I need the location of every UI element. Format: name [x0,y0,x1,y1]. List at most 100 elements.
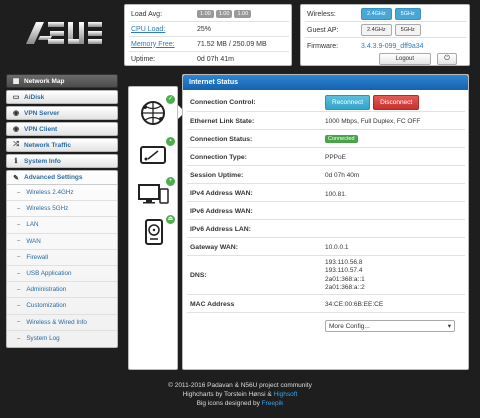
ipv6-wan-label: IPv6 Address WAN: [190,207,253,215]
subnav-item-label: Wireless & Wired Info [26,318,87,326]
sidebar-item-system-info[interactable]: ℹ System Info [6,154,118,168]
shuffle-icon: ⤮ [13,141,19,148]
internet-status-panel: Internet Status Connection Control: Reco… [182,74,469,370]
clients-device[interactable]: + [135,177,175,209]
freepik-link[interactable]: Freepik [262,400,284,407]
memory-free-link[interactable]: Memory Free: [131,41,197,48]
wireless-panel: Wireless: 2.4GHz 5GHz Guest AP: 2.4GHz 5… [300,4,470,66]
dns-label: DNS: [190,272,207,279]
subnav-item-label: USB Application [26,270,72,278]
subnav-item-firewall[interactable]: – Firewall [7,250,117,266]
row-ethernet: Ethernet Link State: 1000 Mbps, Full Dup… [187,113,465,130]
usb-storage-device[interactable]: ⏏ [135,215,175,247]
internet-device[interactable]: ✓ [135,95,175,127]
sidebar-item-vpn-server[interactable]: ◉ VPN Server [6,106,118,120]
session-uptime-value: 0d 07h 40m [325,171,360,179]
redacted-block [325,224,455,232]
dns-server-4: 2a01:368:a::2 [325,284,365,291]
subnav-item-wireless-24ghz[interactable]: – Wireless 2.4GHz [7,185,117,202]
router-device[interactable]: ▪ [135,137,175,169]
disconnect-button[interactable]: Disconnect [373,94,420,110]
gateway-label: Gateway WAN: [190,243,238,251]
advanced-settings-group: ✎ Advanced Settings – Wireless 2.4GHz – Wi… [6,170,118,348]
subnav-item-administration[interactable]: – Administration [7,282,117,299]
bullet-icon: – [17,238,21,245]
wireless-5ghz-button[interactable]: 5GHz [394,8,421,20]
globe-icon: ◉ [12,110,20,117]
subnav-item-customization[interactable]: – Customization [7,298,117,315]
bullet-icon: – [17,302,21,309]
subnav-item-wireless-5ghz[interactable]: – Wireless 5GHz [7,201,117,218]
sidebar-item-network-traffic[interactable]: ⤮ Network Traffic [6,138,118,152]
ethernet-value: 1000 Mbps, Full Duplex, FC OFF [325,117,421,125]
logout-button[interactable]: Logout [378,53,431,65]
connection-control-label: Connection Control: [190,98,256,106]
subnav-item-label: Wireless 2.4GHz [26,189,74,197]
sidebar-item-network-map[interactable]: ▦ Network Map [6,74,118,88]
sidebar-item-label: Advanced Settings [24,174,83,181]
row-dns: DNS: 193.110.56.8 193.110.57.4 2a01:368:… [187,257,465,295]
sidebar: ▦ Network Map ▭ AiDisk ◉ VPN Server ◉ VP… [6,74,118,348]
gateway-value: 10.0.0.1 [325,243,349,251]
load-avg-15: 1.00 [234,10,252,18]
bullet-icon: – [17,319,21,326]
ipv4-wan-value: 100.81. [325,191,347,198]
uptime-label: Uptime: [131,55,156,63]
status-badge: Connected [325,135,358,143]
sidebar-item-label: Network Map [24,77,65,85]
row-session-uptime: Session Uptime: 0d 07h 40m [187,167,465,184]
subnav-item-wireless-wired-info[interactable]: – Wireless & Wired Info [7,315,117,331]
redacted-block [325,206,455,214]
subnav-item-lan[interactable]: – LAN [7,217,117,234]
more-config-select[interactable]: More Config... ▾ [325,320,455,332]
subnav-item-system-log[interactable]: – System Log [7,331,117,347]
firmware-version-link[interactable]: 3.4.3.9-099_dff9a34 [361,43,424,50]
row-connection-type: Connection Type: PPPoE [187,149,465,166]
sidebar-item-advanced-settings[interactable]: ✎ Advanced Settings [7,171,117,185]
sidebar-item-aidisk[interactable]: ▭ AiDisk [6,90,118,104]
wireless-label: Wireless: [307,10,336,18]
system-status-panel: Load Avg: 1.00 1.00 1.00 CPU Load: 25% Mem… [124,4,292,66]
bullet-icon: – [17,221,21,228]
cpu-load-link[interactable]: CPU Load: [131,26,197,33]
subnav-item-wan[interactable]: – WAN [7,234,117,250]
row-more-config: More Config... ▾ [187,317,465,335]
icons-credit: Big icons designed by [196,400,262,407]
mac-value: 34:CE:00:6B:EE:CE [325,300,384,308]
guest-24ghz-button[interactable]: 2.4GHz [361,24,392,36]
subnav-item-usb-application[interactable]: – USB Application [7,266,117,283]
guest-5ghz-button[interactable]: 5GHz [394,24,421,36]
power-icon: ⏻ [444,55,450,62]
redacted-block [346,188,369,196]
row-connection-status: Connection Status: Connected [187,131,465,148]
connection-type-label: Connection Type: [190,153,247,161]
power-button[interactable]: ⏻ [437,53,457,65]
bullet-icon: – [17,335,21,342]
row-mac: MAC Address 34:CE:00:6B:EE:CE [187,296,465,313]
mac-label: MAC Address [190,300,235,308]
subnav-item-label: WAN [26,237,41,245]
sidebar-item-label: VPN Server [24,109,60,117]
sidebar-item-label: VPN Client [24,125,58,133]
copyright-text: © 2011-2016 Padavan & N56U project commu… [168,382,312,389]
highsoft-link[interactable]: Highsoft [274,391,298,398]
uptime-value: 0d 07h 41m [197,55,234,63]
clients-count-icon: + [166,177,175,186]
row-ipv4-wan: IPv4 Address WAN: 100.81. [187,185,465,202]
device-map-column: ✓ ▪ + ⏏ [128,86,185,370]
wireless-24ghz-button[interactable]: 2.4GHz [361,8,392,20]
hdd-icon: ▭ [12,94,20,101]
row-ipv6-lan: IPv6 Address LAN: [187,221,465,238]
row-connection-control: Connection Control: Reconnect Disconnect [187,93,465,112]
info-icon: ℹ [14,158,18,165]
cpu-load-value: 25% [197,25,212,33]
row-gateway: Gateway WAN: 10.0.0.1 [187,239,465,256]
subnav-item-label: LAN [26,221,39,229]
eject-icon: ⏏ [166,215,175,224]
grid-icon: ▦ [12,78,20,85]
sidebar-item-vpn-client[interactable]: ◉ VPN Client [6,122,118,136]
subnav-item-label: Firewall [26,253,49,261]
session-uptime-label: Session Uptime: [190,171,244,179]
bullet-icon: – [17,286,21,293]
reconnect-button[interactable]: Reconnect [325,94,371,110]
